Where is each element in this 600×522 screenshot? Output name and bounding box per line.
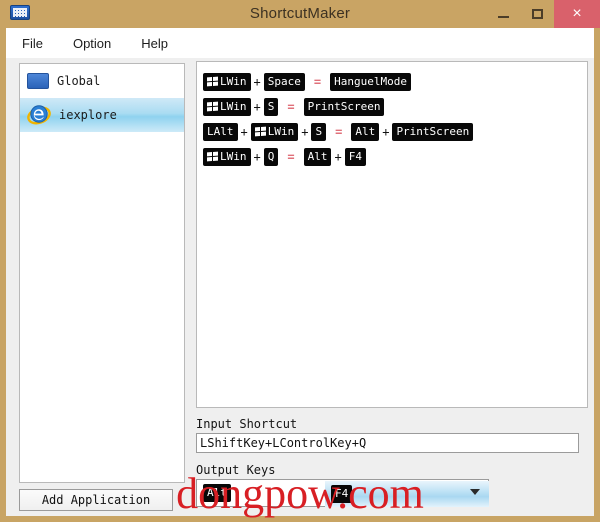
menu-bar: File Option Help xyxy=(6,28,594,58)
plus-symbol: + xyxy=(253,149,261,164)
key-chip: S xyxy=(263,97,279,116)
client-area: Global iexplore Add Application LWin + S… xyxy=(6,58,594,516)
sidebar-item-iexplore[interactable]: iexplore xyxy=(20,98,184,132)
key-chip: F4 xyxy=(344,147,366,166)
keyboard-icon xyxy=(27,73,49,89)
plus-symbol: + xyxy=(253,74,261,89)
key-chip: Alt xyxy=(203,484,231,502)
application-window: ShortcutMaker × File Option Help Global xyxy=(0,0,600,522)
shortcut-row[interactable]: LAlt + LWin + S = Alt + PrintScreen xyxy=(203,119,587,144)
key-chip: LAlt xyxy=(203,122,238,141)
menu-item-help[interactable]: Help xyxy=(141,36,168,51)
shortcut-row[interactable]: LWin + Q = Alt + F4 xyxy=(203,144,587,169)
output-keys-chip-area: Alt xyxy=(197,484,231,502)
key-chip: LWin xyxy=(250,122,299,141)
key-chip: S xyxy=(311,122,327,141)
sidebar-item-label: Global xyxy=(57,74,101,88)
key-chip: PrintScreen xyxy=(392,122,474,141)
key-chip: Q xyxy=(263,147,279,166)
windows-logo-icon xyxy=(207,101,218,112)
key-chip: F4 xyxy=(331,485,353,503)
close-button[interactable]: × xyxy=(554,0,600,28)
key-chip: LWin xyxy=(203,147,251,166)
application-list[interactable]: Global iexplore xyxy=(19,63,185,483)
key-chip: Alt xyxy=(351,122,380,141)
output-keys-combo[interactable]: Alt F4 xyxy=(196,479,489,507)
title-bar: ShortcutMaker × xyxy=(0,0,600,28)
equals-symbol: = xyxy=(335,124,343,139)
equals-symbol: = xyxy=(313,74,322,89)
equals-symbol: = xyxy=(287,99,295,114)
key-chip: HanguelMode xyxy=(330,72,411,91)
chevron-down-icon[interactable] xyxy=(470,489,480,495)
plus-symbol: + xyxy=(301,124,309,139)
key-chip: LWin xyxy=(203,72,251,91)
key-chip: Alt xyxy=(303,147,332,166)
internet-explorer-icon xyxy=(27,103,51,127)
shortcut-list[interactable]: LWin + Space = HanguelMode LWin + S = Pr… xyxy=(196,61,588,408)
equals-symbol: = xyxy=(287,149,295,164)
plus-symbol: + xyxy=(382,124,390,139)
sidebar-item-global[interactable]: Global xyxy=(20,64,184,98)
minimize-button[interactable] xyxy=(486,0,520,28)
maximize-icon xyxy=(531,9,543,19)
windows-logo-icon xyxy=(207,151,218,162)
windows-logo-icon xyxy=(254,126,266,137)
plus-symbol: + xyxy=(334,149,342,164)
maximize-button[interactable] xyxy=(520,0,554,28)
key-chip: LWin xyxy=(203,97,251,116)
shortcut-row[interactable]: LWin + S = PrintScreen xyxy=(203,94,587,119)
plus-symbol: + xyxy=(253,99,261,114)
input-shortcut-label: Input Shortcut xyxy=(196,417,298,431)
sidebar-item-label: iexplore xyxy=(59,108,117,122)
add-application-button[interactable]: Add Application xyxy=(19,489,173,511)
plus-symbol: + xyxy=(240,124,248,139)
window-controls: × xyxy=(486,0,600,28)
minimize-icon xyxy=(497,16,509,18)
windows-logo-icon xyxy=(207,76,218,87)
key-chip: PrintScreen xyxy=(303,97,385,116)
output-keys-label: Output Keys xyxy=(196,463,276,477)
menu-item-option[interactable]: Option xyxy=(73,36,111,51)
output-keys-selected-item[interactable]: F4 xyxy=(325,481,489,507)
menu-item-file[interactable]: File xyxy=(22,36,43,51)
input-shortcut-field[interactable]: LShiftKey+LControlKey+Q xyxy=(196,433,579,453)
shortcut-row[interactable]: LWin + Space = HanguelMode xyxy=(203,69,587,94)
key-chip: Space xyxy=(263,72,305,91)
